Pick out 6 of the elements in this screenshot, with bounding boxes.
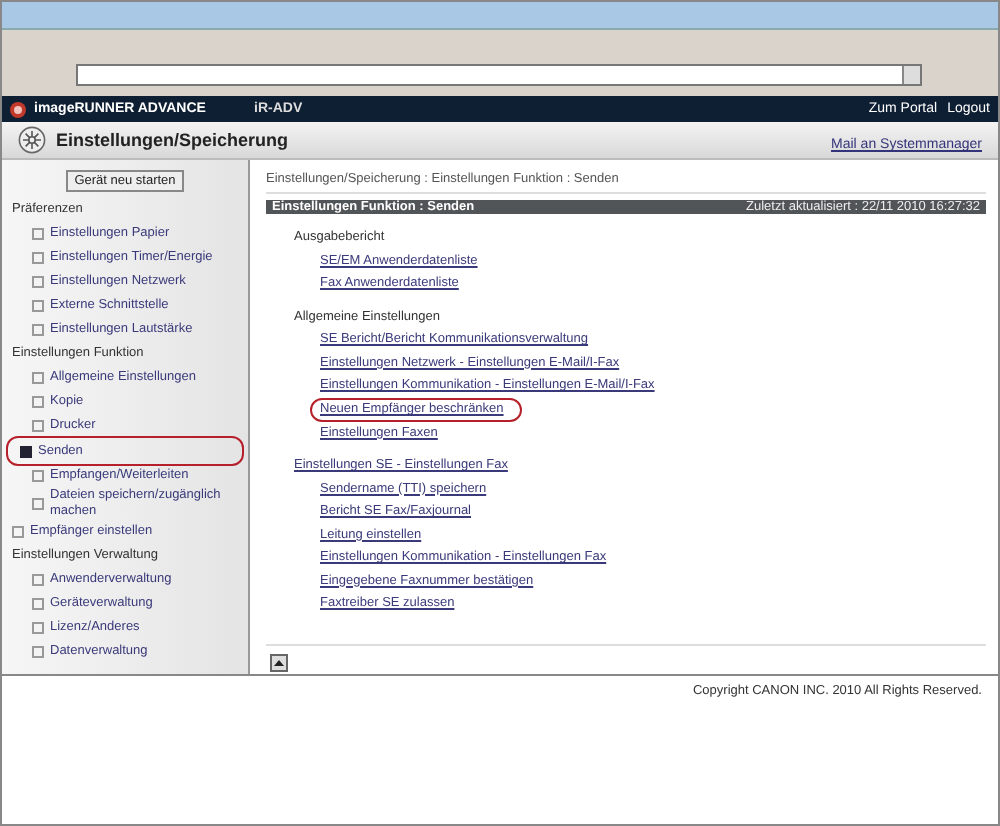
dropdown-icon[interactable] [902, 66, 920, 84]
page-title: Einstellungen/Speicherung [56, 130, 289, 150]
address-field[interactable] [76, 64, 922, 86]
scroll-top-icon[interactable] [270, 653, 288, 671]
logo-icon [10, 101, 26, 117]
settings-icon [18, 126, 46, 154]
